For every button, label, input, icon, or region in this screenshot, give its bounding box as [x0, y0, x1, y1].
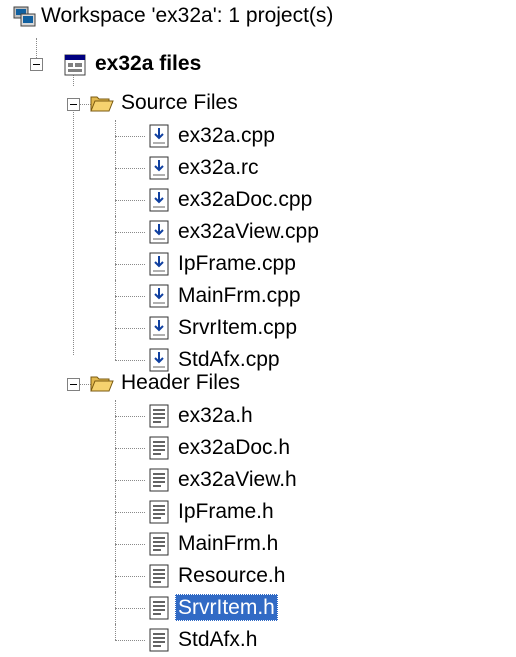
- folder-label: Header Files: [121, 371, 241, 394]
- file-item[interactable]: MainFrm.h: [0, 528, 516, 560]
- header-file-icon: [149, 436, 169, 460]
- file-label: SrvrItem.cpp: [178, 316, 298, 339]
- project-node[interactable]: ex32a files: [0, 32, 516, 76]
- file-item[interactable]: ex32a.rc: [0, 152, 516, 184]
- file-label: ex32a.cpp: [178, 124, 275, 147]
- tree-line: [115, 480, 145, 481]
- file-label: ex32aView.cpp: [178, 220, 319, 243]
- file-label: ex32a.rc: [178, 156, 259, 179]
- file-item[interactable]: ex32aView.h: [0, 464, 516, 496]
- project-label: ex32a files: [95, 52, 202, 75]
- tree-line: [115, 640, 145, 641]
- tree-line: [115, 168, 145, 169]
- file-item[interactable]: SrvrItem.cpp: [0, 312, 516, 344]
- file-label: IpFrame.h: [178, 500, 274, 523]
- header-file-icon: [149, 500, 169, 524]
- file-item[interactable]: ex32aDoc.h: [0, 432, 516, 464]
- tree-line: [115, 328, 145, 329]
- tree-line: [115, 448, 145, 449]
- file-label: MainFrm.h: [178, 532, 279, 555]
- project-icon: [64, 54, 86, 76]
- tree-line: [115, 232, 145, 233]
- project-collapse-toggle[interactable]: [30, 58, 43, 71]
- cpp-file-icon: [149, 252, 169, 276]
- tree-line: [115, 544, 145, 545]
- folder-open-icon: [90, 376, 114, 392]
- header-file-icon: [149, 404, 169, 428]
- file-item[interactable]: IpFrame.cpp: [0, 248, 516, 280]
- tree-line: [115, 200, 145, 201]
- tree-line: [115, 608, 145, 609]
- tree-line: [115, 296, 145, 297]
- file-label: ex32aDoc.h: [178, 436, 291, 459]
- workspace-icon: [13, 6, 36, 27]
- file-item[interactable]: ex32aDoc.cpp: [0, 184, 516, 216]
- tree-line: [115, 576, 145, 577]
- folder-header-files[interactable]: Header Files: [0, 368, 516, 400]
- header-file-icon: [149, 596, 169, 620]
- header-file-icon: [149, 564, 169, 588]
- folder-label: Source Files: [121, 91, 238, 114]
- tree-line: [115, 264, 145, 265]
- file-item[interactable]: ex32aView.cpp: [0, 216, 516, 248]
- file-item[interactable]: ex32a.h: [0, 400, 516, 432]
- tree-line: [115, 136, 145, 137]
- header-file-icon: [149, 628, 169, 652]
- tree-line: [115, 512, 145, 513]
- file-item[interactable]: MainFrm.cpp: [0, 280, 516, 312]
- file-item[interactable]: IpFrame.h: [0, 496, 516, 528]
- header-file-icon: [149, 532, 169, 556]
- tree-line: [115, 360, 145, 361]
- file-label: ex32aView.h: [178, 468, 297, 491]
- cpp-file-icon: [149, 316, 169, 340]
- workspace-node[interactable]: Workspace 'ex32a': 1 project(s): [0, 0, 516, 32]
- file-label: MainFrm.cpp: [178, 284, 301, 307]
- file-label: IpFrame.cpp: [178, 252, 296, 275]
- tree-line: [115, 344, 116, 360]
- folder-open-icon: [90, 96, 114, 112]
- workspace-label: Workspace 'ex32a': 1 project(s): [41, 4, 334, 27]
- file-item-selected[interactable]: SrvrItem.h: [0, 592, 516, 624]
- file-view-tree: Workspace 'ex32a': 1 project(s) ex32a fi…: [0, 0, 516, 657]
- folder-source-files[interactable]: Source Files: [0, 88, 516, 120]
- tree-line: [115, 416, 145, 417]
- file-label: ex32a.h: [178, 404, 253, 427]
- header-file-icon: [149, 468, 169, 492]
- file-item[interactable]: StdAfx.h: [0, 624, 516, 656]
- tree-line: [115, 624, 116, 640]
- cpp-file-icon: [149, 124, 169, 148]
- file-label: SrvrItem.h: [175, 594, 278, 621]
- file-label: StdAfx.h: [178, 628, 258, 651]
- cpp-file-icon: [149, 220, 169, 244]
- file-item[interactable]: ex32a.cpp: [0, 120, 516, 152]
- file-label: ex32aDoc.cpp: [178, 188, 313, 211]
- cpp-file-icon: [149, 156, 169, 180]
- file-item[interactable]: Resource.h: [0, 560, 516, 592]
- cpp-file-icon: [149, 188, 169, 212]
- cpp-file-icon: [149, 284, 169, 308]
- file-label: Resource.h: [178, 564, 286, 587]
